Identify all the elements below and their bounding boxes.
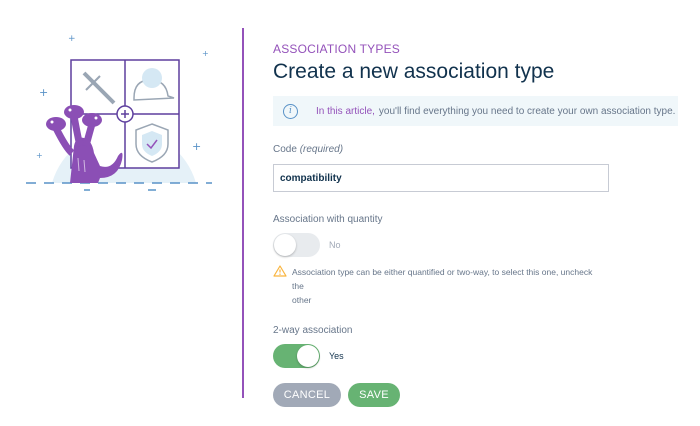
warning-line-2: other — [292, 295, 312, 305]
code-field-label: Code (required) — [273, 144, 683, 155]
cancel-button[interactable]: CANCEL — [273, 383, 341, 407]
svg-text:+: + — [192, 140, 201, 153]
vertical-divider — [242, 28, 244, 398]
quantity-toggle[interactable] — [273, 233, 320, 257]
section-subtitle: ASSOCIATION TYPES — [273, 42, 400, 56]
association-illustration: + + + + + — [22, 28, 218, 198]
info-article-link[interactable]: In this article, — [316, 106, 375, 117]
svg-text:+: + — [36, 151, 43, 160]
info-icon: i — [283, 103, 298, 119]
twoway-toggle-knob — [297, 345, 319, 367]
quantity-field-label: Association with quantity — [273, 214, 383, 225]
quantity-toggle-knob — [274, 234, 296, 256]
quantity-toggle-state: No — [329, 240, 341, 250]
twoway-field-label: 2-way association — [273, 325, 353, 336]
code-input[interactable]: compatibility — [273, 164, 609, 192]
svg-text:+: + — [202, 49, 209, 58]
warning-icon — [273, 265, 287, 277]
twoway-toggle-row: Yes — [273, 344, 683, 368]
required-note: (required) — [299, 144, 344, 155]
form-actions: CANCEL SAVE — [273, 383, 683, 407]
warning-message: Association type can be either quantifie… — [292, 265, 603, 307]
save-button[interactable]: SAVE — [348, 383, 400, 407]
form-panel: ASSOCIATION TYPES Create a new associati… — [273, 42, 683, 407]
info-banner: i In this article, you'll find everythin… — [273, 96, 678, 126]
illustration-graphic: + + + + + — [26, 34, 212, 191]
quantity-warning: Association type can be either quantifie… — [273, 265, 603, 307]
page-title: Create a new association type — [273, 60, 555, 83]
svg-text:+: + — [68, 34, 76, 44]
twoway-toggle-state: Yes — [329, 351, 344, 361]
info-text: you'll find everything you need to creat… — [378, 105, 676, 117]
svg-text:+: + — [39, 86, 48, 99]
quantity-toggle-row: No — [273, 233, 683, 257]
warning-line-1: Association type can be either quantifie… — [292, 267, 593, 291]
code-input-value: compatibility — [280, 172, 342, 184]
twoway-toggle[interactable] — [273, 344, 320, 368]
code-label-text: Code — [273, 144, 297, 155]
